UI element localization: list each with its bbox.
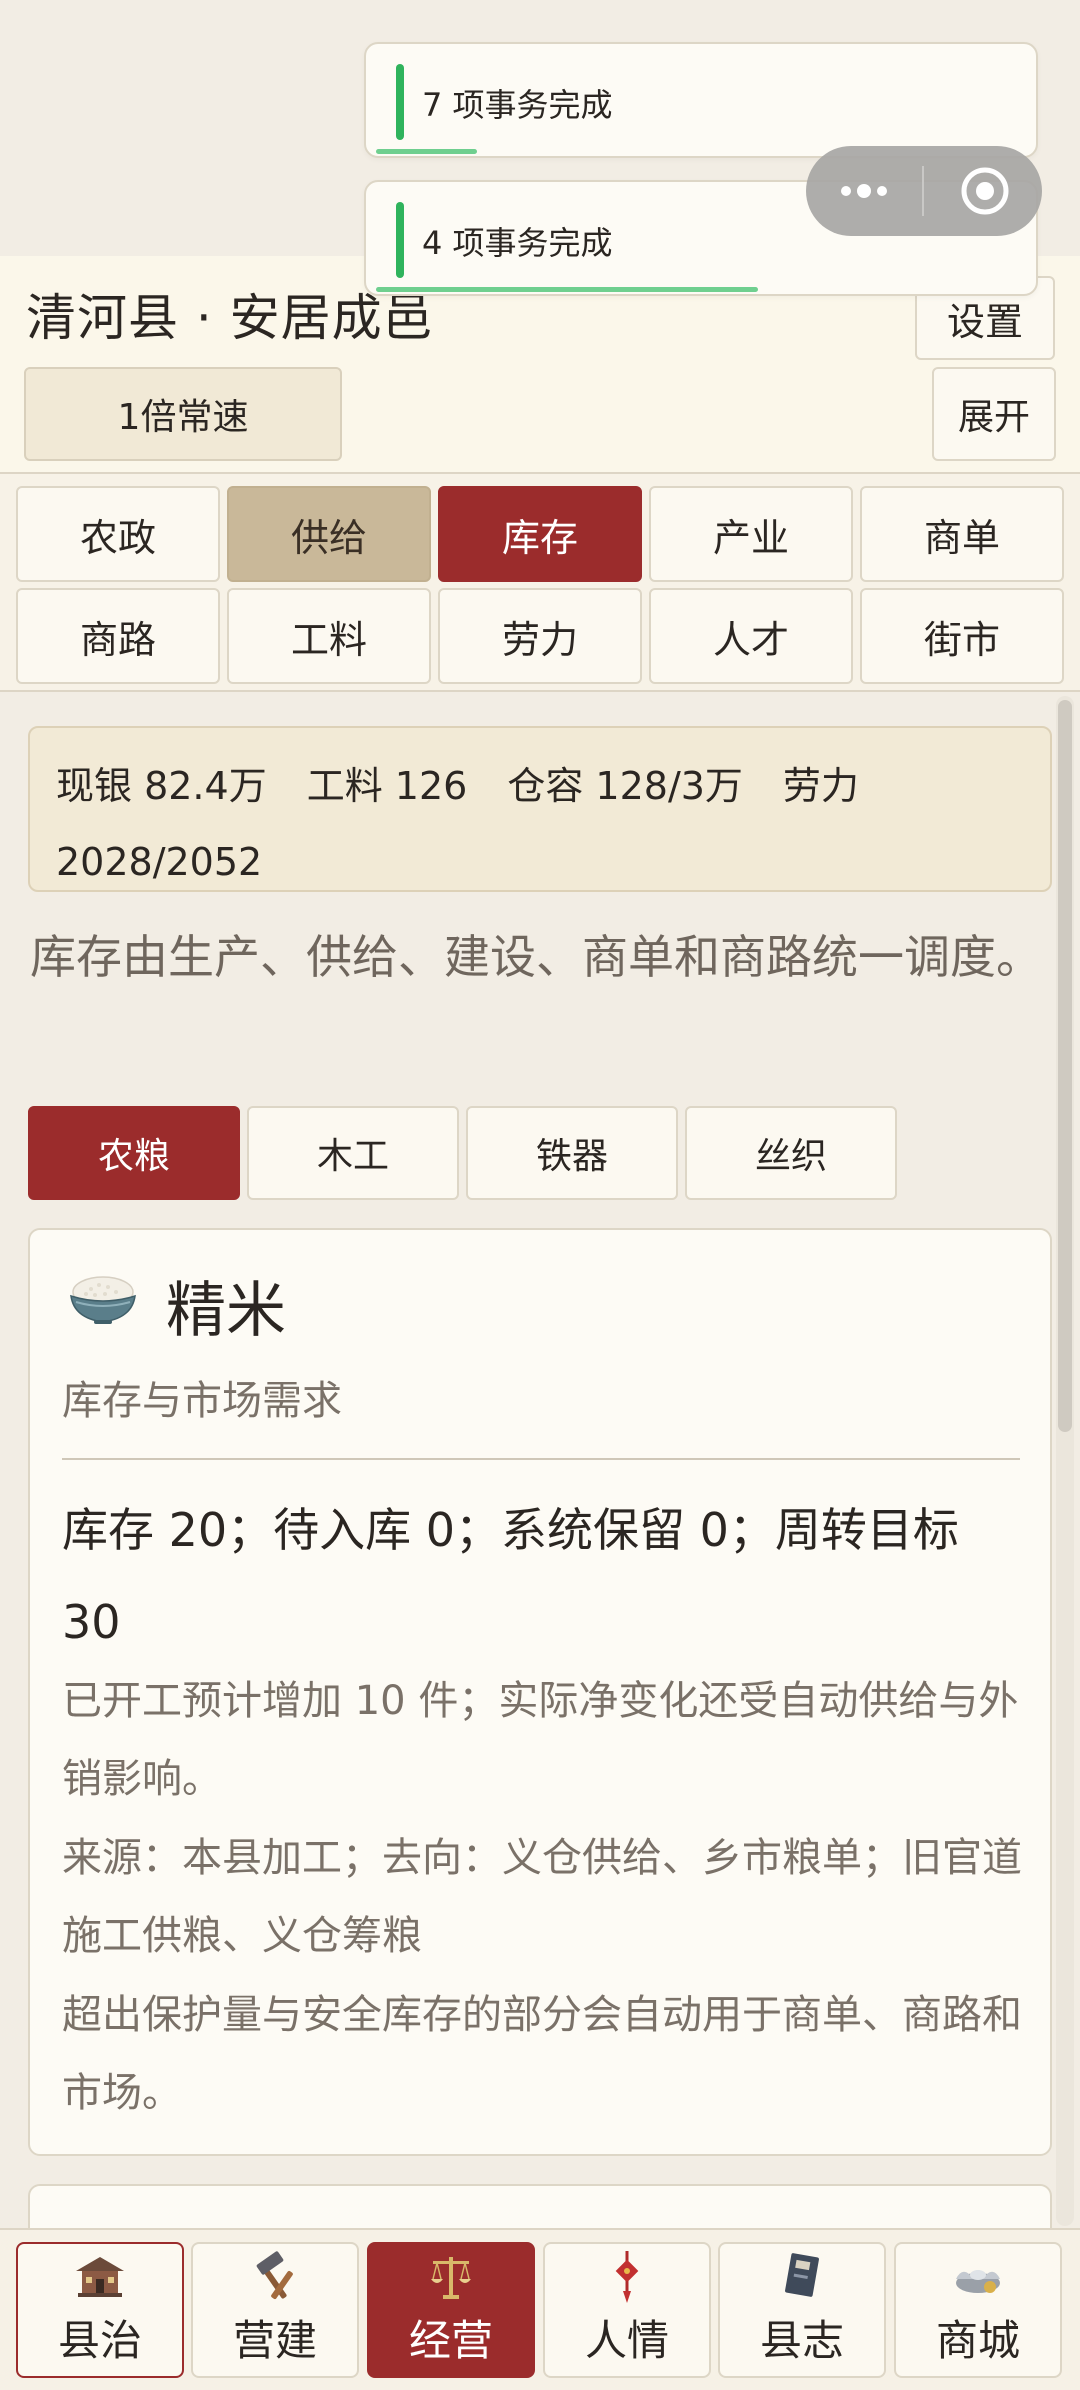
subtab-woodwork[interactable]: 木工 <box>247 1106 459 1200</box>
resource-summary: 现银 82.4万 工料 126 仓容 128/3万 劳力 2028/2052 <box>28 726 1052 892</box>
speed-button[interactable]: 1倍常速 <box>24 367 342 461</box>
close-icon[interactable] <box>958 164 1012 218</box>
scrollbar-thumb[interactable] <box>1058 700 1072 1432</box>
tab-inventory[interactable]: 库存 <box>438 486 642 582</box>
inventory-description: 库存由生产、供给、建设、商单和商路统一调度。 <box>30 930 1042 984</box>
toast-text: 7 项事务完成 <box>422 86 613 124</box>
county-hall-icon <box>76 2257 124 2297</box>
toast-notification: 7 项事务完成 <box>364 42 1038 158</box>
labor-label: 劳力 <box>782 764 859 808</box>
labor-value: 2028/2052 <box>56 840 263 884</box>
source-destination-note: 来源：本县加工；去向：义仓供给、乡市粮单；旧官道施工供粮、义仓筹粮 <box>62 1835 1022 1959</box>
storage-value: 仓容 128/3万 <box>507 764 743 808</box>
nav-label: 营建 <box>232 2316 317 2365</box>
nav-chronicle[interactable]: 县志 <box>718 2242 886 2378</box>
ingot-icon <box>956 2270 1000 2293</box>
tab-trade-routes[interactable]: 商路 <box>16 588 220 684</box>
nav-label: 经营 <box>408 2316 493 2365</box>
silver-value: 现银 82.4万 <box>56 764 267 808</box>
item-subtitle: 库存与市场需求 <box>62 1378 342 1424</box>
category-tabs: 农政 供给 库存 产业 商单 商路 工料 劳力 人才 街市 <box>0 474 1080 690</box>
book-icon <box>785 2253 819 2297</box>
divider <box>62 1458 1020 1460</box>
nav-label: 县治 <box>57 2316 142 2365</box>
materials-value: 工料 126 <box>306 764 468 808</box>
more-icon[interactable] <box>836 176 892 206</box>
tab-supply[interactable]: 供给 <box>227 486 431 582</box>
stock-summary: 库存 20；待入库 0；系统保留 0；周转目标 30 <box>62 1503 959 1649</box>
hammer-icon <box>256 2251 293 2300</box>
toast-progress <box>376 287 758 292</box>
nav-construction[interactable]: 营建 <box>191 2242 359 2378</box>
tab-industry[interactable]: 产业 <box>649 486 853 582</box>
nav-label: 人情 <box>584 2316 669 2365</box>
nav-business[interactable]: 经营 <box>367 2242 535 2378</box>
tab-market[interactable]: 街市 <box>860 588 1064 684</box>
nav-shop[interactable]: 商城 <box>894 2242 1062 2378</box>
scales-icon <box>431 2257 471 2299</box>
tab-talent[interactable]: 人才 <box>649 588 853 684</box>
nav-relations[interactable]: 人情 <box>543 2242 711 2378</box>
nav-label: 商城 <box>935 2316 1020 2365</box>
rice-bowl-icon <box>70 1276 136 1324</box>
capsule-divider <box>922 166 924 216</box>
nav-county[interactable]: 县治 <box>16 2242 184 2378</box>
subtab-silk[interactable]: 丝织 <box>685 1106 897 1200</box>
divider <box>0 690 1080 692</box>
toast-accent <box>396 202 404 278</box>
chinese-knot-icon <box>615 2251 639 2303</box>
toast-progress <box>376 149 477 154</box>
subtab-grain[interactable]: 农粮 <box>28 1106 240 1200</box>
expand-button[interactable]: 展开 <box>932 367 1056 461</box>
tab-farming[interactable]: 农政 <box>16 486 220 582</box>
nav-label: 县志 <box>759 2316 844 2365</box>
subtab-ironware[interactable]: 铁器 <box>466 1106 678 1200</box>
tab-orders[interactable]: 商单 <box>860 486 1064 582</box>
toast-text: 4 项事务完成 <box>422 224 613 262</box>
surplus-note: 超出保护量与安全库存的部分会自动用于商单、商路和市场。 <box>62 1992 1022 2116</box>
tab-labor[interactable]: 劳力 <box>438 588 642 684</box>
item-name: 精米 <box>166 1276 286 1346</box>
tab-materials[interactable]: 工料 <box>227 588 431 684</box>
toast-accent <box>396 64 404 140</box>
production-note: 已开工预计增加 10 件；实际净变化还受自动供给与外销影响。 <box>62 1678 1019 1802</box>
